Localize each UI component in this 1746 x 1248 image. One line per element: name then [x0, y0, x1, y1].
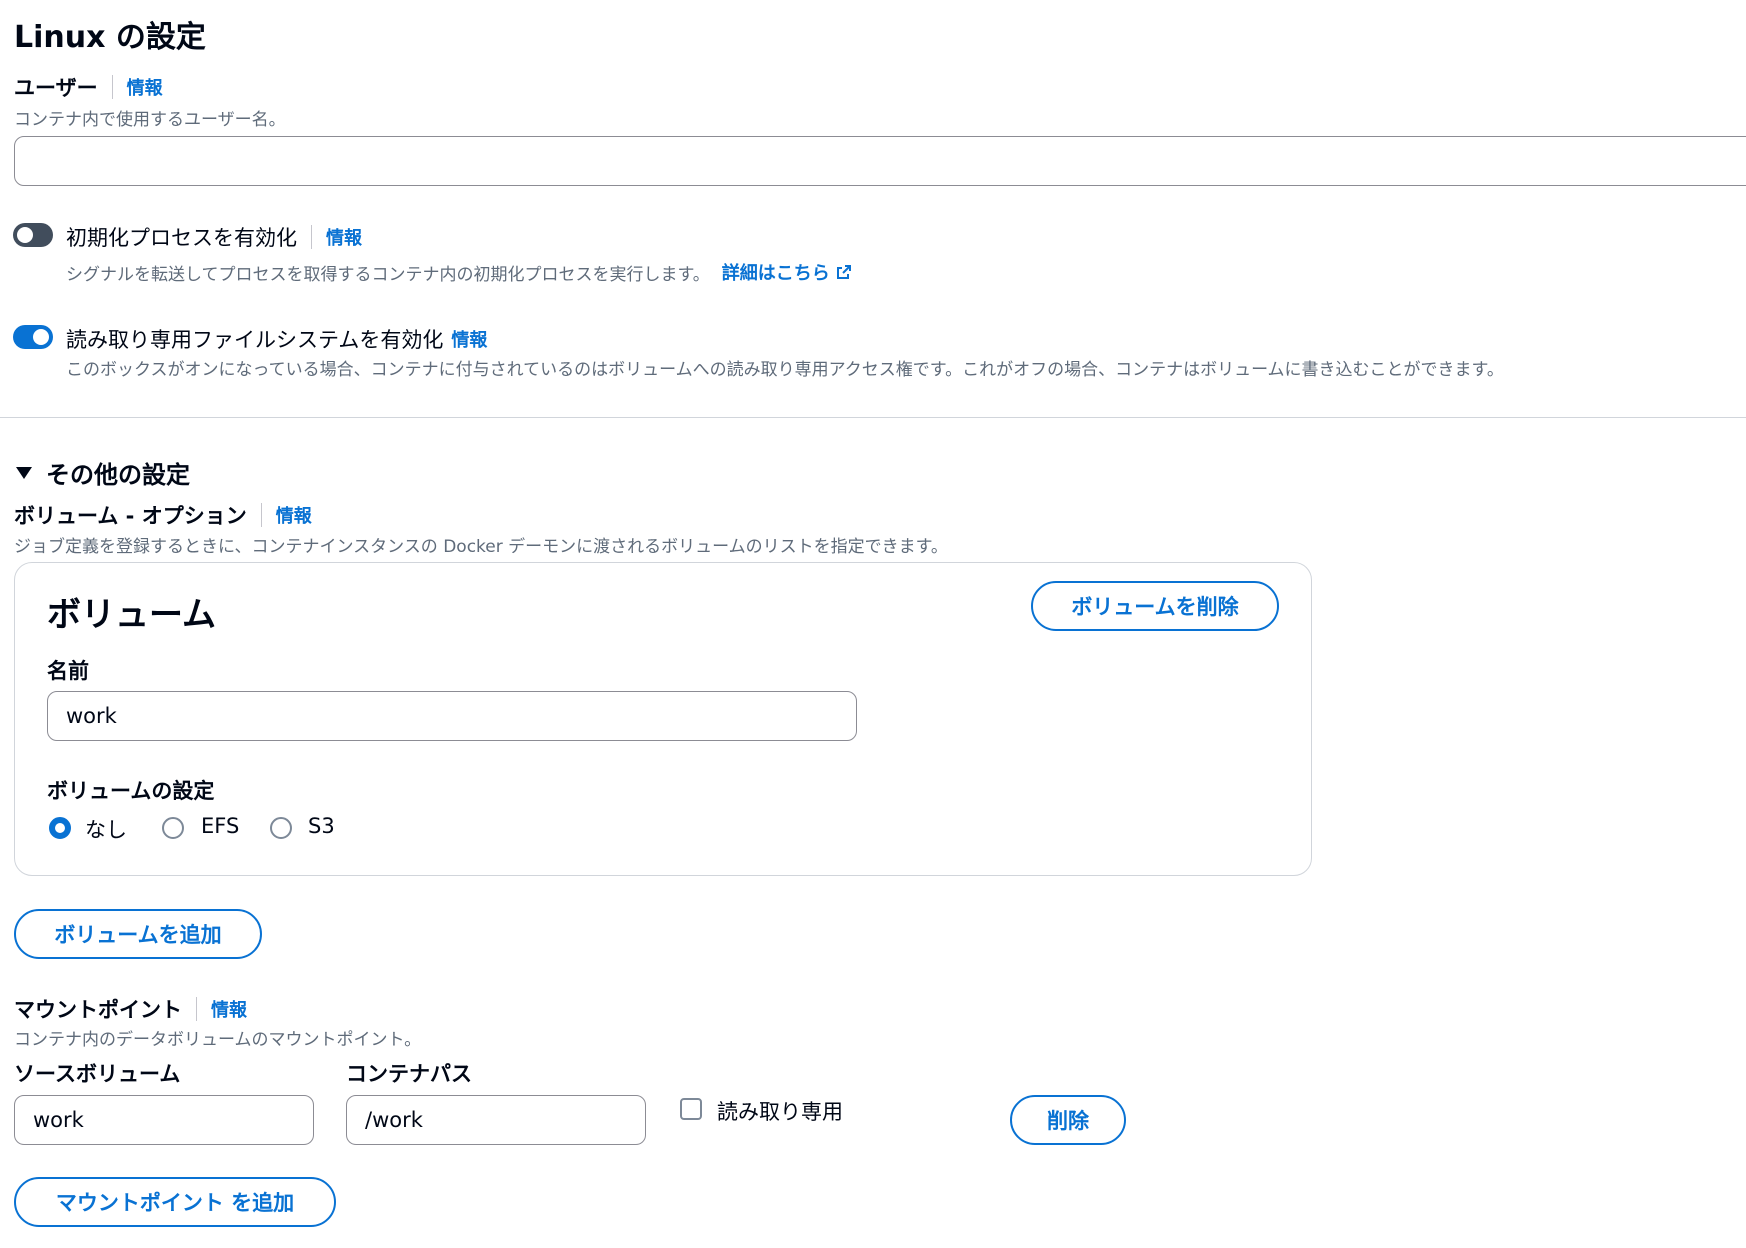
info-separator	[311, 225, 312, 249]
radio-efs[interactable]	[162, 817, 184, 839]
other-settings-title: その他の設定	[46, 461, 190, 489]
radio-none[interactable]	[49, 817, 71, 839]
init-process-description-row: シグナルを転送してプロセスを取得するコンテナ内の初期化プロセスを実行します。 詳…	[66, 259, 852, 285]
volume-name-label: 名前	[47, 659, 89, 683]
other-settings-header[interactable]: その他の設定	[16, 455, 190, 490]
readonly-fs-label-row: 読み取り専用ファイルシステムを有効化 情報	[66, 324, 487, 354]
volumes-label: ボリューム - オプション	[14, 504, 247, 528]
user-field-label: ユーザー	[14, 76, 98, 100]
user-input[interactable]	[14, 136, 1746, 186]
readonly-fs-description: このボックスがオンになっている場合、コンテナに付与されているのはボリュームへの読…	[66, 360, 1504, 380]
toggle-knob	[17, 227, 33, 243]
volumes-info-link[interactable]: 情報	[276, 502, 312, 528]
learn-more-link[interactable]: 詳細はこちら	[722, 259, 830, 285]
volumes-label-row: ボリューム - オプション 情報	[14, 500, 312, 530]
readonly-fs-label: 読み取り専用ファイルシステムを有効化	[66, 328, 444, 352]
user-field-label-row: ユーザー 情報	[14, 72, 163, 102]
remove-mount-point-button[interactable]: 削除	[1010, 1095, 1126, 1145]
mount-points-info-link[interactable]: 情報	[211, 996, 247, 1022]
toggle-knob	[33, 329, 49, 345]
volume-card: ボリューム ボリュームを削除 名前 ボリュームの設定 なし EFS S3	[14, 562, 1312, 876]
volume-card-title: ボリューム	[47, 595, 216, 635]
radio-none-label: なし	[85, 818, 127, 842]
section-divider	[0, 417, 1746, 418]
radio-s3[interactable]	[270, 817, 292, 839]
add-volume-button[interactable]: ボリュームを追加	[14, 909, 262, 959]
volume-config-label: ボリュームの設定	[47, 779, 215, 803]
add-mount-point-button[interactable]: マウントポイント を追加	[14, 1177, 336, 1227]
init-process-label-row: 初期化プロセスを有効化 情報	[66, 222, 362, 252]
mount-points-label: マウントポイント	[14, 998, 182, 1022]
readonly-fs-toggle[interactable]	[13, 325, 53, 349]
info-separator	[196, 997, 197, 1021]
container-path-input[interactable]	[346, 1095, 646, 1145]
source-volume-label: ソースボリューム	[14, 1062, 181, 1086]
remove-volume-button[interactable]: ボリュームを削除	[1031, 581, 1279, 631]
user-info-link[interactable]: 情報	[127, 74, 163, 100]
caret-down-icon	[16, 466, 32, 479]
radio-s3-label: S3	[308, 814, 335, 838]
page-title: Linux の設定	[14, 20, 206, 55]
readonly-fs-info-link[interactable]: 情報	[451, 326, 487, 352]
volumes-description: ジョブ定義を登録するときに、コンテナインスタンスの Docker デーモンに渡さ…	[14, 537, 948, 557]
info-separator	[111, 75, 113, 99]
external-link-icon	[836, 265, 851, 279]
init-process-description: シグナルを転送してプロセスを取得するコンテナ内の初期化プロセスを実行します。	[66, 264, 710, 285]
radio-efs-label: EFS	[201, 814, 240, 838]
init-process-label: 初期化プロセスを有効化	[66, 226, 297, 250]
readonly-checkbox-label: 読み取り専用	[717, 1100, 843, 1124]
container-path-label: コンテナパス	[346, 1062, 472, 1086]
mount-points-description: コンテナ内のデータボリュームのマウントポイント。	[14, 1030, 422, 1050]
source-volume-input[interactable]	[14, 1095, 314, 1145]
readonly-checkbox[interactable]	[680, 1098, 702, 1120]
init-process-toggle[interactable]	[13, 223, 53, 247]
mount-points-label-row: マウントポイント 情報	[14, 994, 247, 1024]
user-field-description: コンテナ内で使用するユーザー名。	[14, 110, 286, 130]
volume-name-input[interactable]	[47, 691, 857, 741]
init-process-info-link[interactable]: 情報	[326, 224, 362, 250]
info-separator	[260, 503, 262, 527]
